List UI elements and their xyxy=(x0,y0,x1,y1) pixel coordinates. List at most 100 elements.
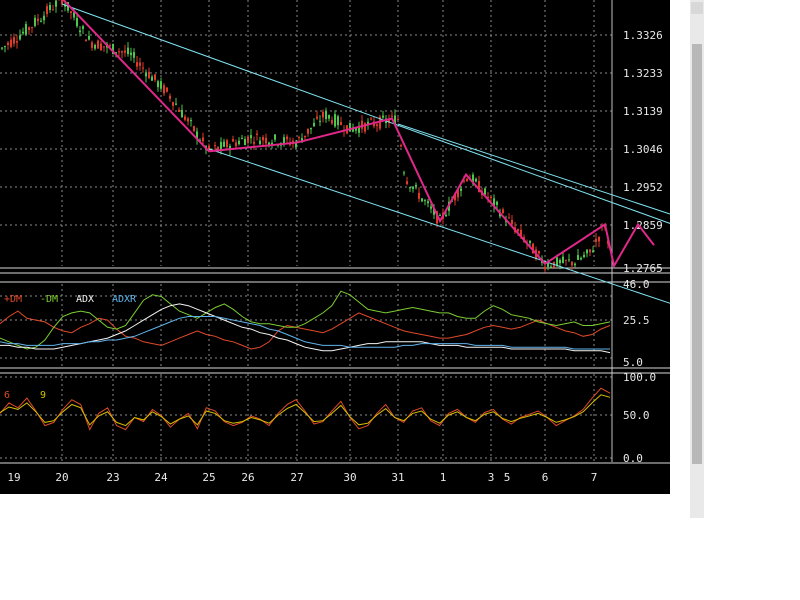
candle-body xyxy=(28,27,30,30)
x-tick-label: 25 xyxy=(202,471,215,484)
x-tick-label: 30 xyxy=(343,471,356,484)
candle-body xyxy=(91,42,93,48)
candle-body xyxy=(238,140,240,145)
x-tick-label: 19 xyxy=(7,471,20,484)
candle-body xyxy=(490,196,492,198)
candle-body xyxy=(73,12,75,18)
candle-body xyxy=(562,256,564,263)
candle-body xyxy=(43,15,45,21)
candle-body xyxy=(247,136,249,143)
candle-body xyxy=(151,76,153,81)
candle-body xyxy=(127,47,129,55)
price-pane: 1.33261.32331.31391.30461.29521.28591.27… xyxy=(0,0,670,464)
candle-body xyxy=(274,134,276,140)
candle-body xyxy=(430,206,432,209)
chart-canvas[interactable]: 1.33261.32331.31391.30461.29521.28591.27… xyxy=(0,0,670,494)
price-tick-label: 1.2952 xyxy=(623,181,663,194)
candle-body xyxy=(136,62,138,67)
candle-body xyxy=(148,71,150,79)
candle-body xyxy=(19,35,21,40)
candle-body xyxy=(391,115,393,117)
dmi-legend-adxr: ADXR xyxy=(112,294,137,305)
dmi-series-line xyxy=(0,310,611,350)
candle-body xyxy=(157,81,159,88)
candle-body xyxy=(166,87,168,92)
candle-body xyxy=(256,133,258,135)
candle-body xyxy=(466,178,468,181)
dmi-tick-label: 5.0 xyxy=(623,356,643,369)
candle-body xyxy=(304,135,306,138)
x-tick-label: 6 xyxy=(542,471,549,484)
candle-body xyxy=(283,137,285,144)
candle-body xyxy=(565,259,567,261)
candle-body xyxy=(16,41,18,43)
candle-body xyxy=(427,201,429,204)
candle-body xyxy=(118,51,120,53)
candle-body xyxy=(328,115,330,119)
candle-body xyxy=(313,122,315,127)
x-tick-label: 23 xyxy=(106,471,119,484)
x-tick-label: 26 xyxy=(241,471,254,484)
scrollbar-thumb[interactable] xyxy=(692,44,702,464)
candle-body xyxy=(538,251,540,254)
candle-body xyxy=(184,116,186,120)
candle-body xyxy=(397,118,399,120)
dmi-pane: +DM -DM ADX ADXR46.025.55.0 xyxy=(0,278,650,369)
candle-body xyxy=(223,141,225,147)
candle-body xyxy=(583,254,585,258)
candle-body xyxy=(403,172,405,174)
candle-body xyxy=(232,139,234,142)
price-tick-label: 1.2765 xyxy=(623,262,663,275)
candle-body xyxy=(97,40,99,49)
price-tick-label: 1.3326 xyxy=(623,29,663,42)
x-tick-label: 24 xyxy=(154,471,168,484)
candle-body xyxy=(10,39,12,47)
candle-body xyxy=(46,6,48,15)
x-tick-label: 1 xyxy=(440,471,447,484)
x-tick-label: 20 xyxy=(55,471,68,484)
candle-body xyxy=(400,145,402,147)
candle-body xyxy=(439,215,441,217)
dmi-tick-label: 25.5 xyxy=(623,314,650,327)
candle-body xyxy=(22,31,24,34)
candle-body xyxy=(169,95,171,99)
candle-body xyxy=(586,249,588,254)
chart-window: 1.3326 1.3233 1.3139 1.3046 1.2952 1.2859 1.27… xyxy=(0,0,670,494)
candle-body xyxy=(94,45,96,49)
candle-body xyxy=(133,52,135,58)
candle-body xyxy=(496,201,498,205)
candle-body xyxy=(409,187,411,189)
price-tick-label: 1.3233 xyxy=(623,67,663,80)
x-tick-label: 7 xyxy=(591,471,598,484)
candle-body xyxy=(544,266,546,270)
candle-body xyxy=(31,27,33,29)
scroll-up-button[interactable] xyxy=(691,2,703,14)
candle-body xyxy=(577,255,579,260)
candle-body xyxy=(322,111,324,118)
candle-body xyxy=(190,120,192,122)
price-tick-label: 1.3139 xyxy=(623,105,663,118)
candle-body xyxy=(130,52,132,56)
candle-body xyxy=(214,145,216,147)
candle-body xyxy=(160,81,162,89)
candle-body xyxy=(340,121,342,125)
vertical-scrollbar[interactable] xyxy=(690,0,704,518)
candle-body xyxy=(193,126,195,131)
candle-body xyxy=(235,142,237,147)
candle-body xyxy=(217,146,219,150)
candle-body xyxy=(187,118,189,122)
candle-body xyxy=(574,263,576,266)
x-axis: 19 20 23 24 25 26 27 30 31 1 3 5 6 7 xyxy=(7,471,597,484)
dmi-legend-adx: ADX xyxy=(76,294,94,305)
price-tick-label: 1.3046 xyxy=(623,143,663,156)
candle-body xyxy=(262,137,264,141)
candle-body xyxy=(241,137,243,139)
candle-body xyxy=(178,109,180,112)
candle-body xyxy=(484,188,486,195)
rsi-pane: 6 9 100.0 50.0 0.0 xyxy=(0,371,656,465)
candle-body xyxy=(70,11,72,14)
candle-body xyxy=(34,17,36,26)
candle-body xyxy=(592,250,594,253)
x-tick-label: 27 xyxy=(290,471,303,484)
candle-body xyxy=(370,118,372,120)
